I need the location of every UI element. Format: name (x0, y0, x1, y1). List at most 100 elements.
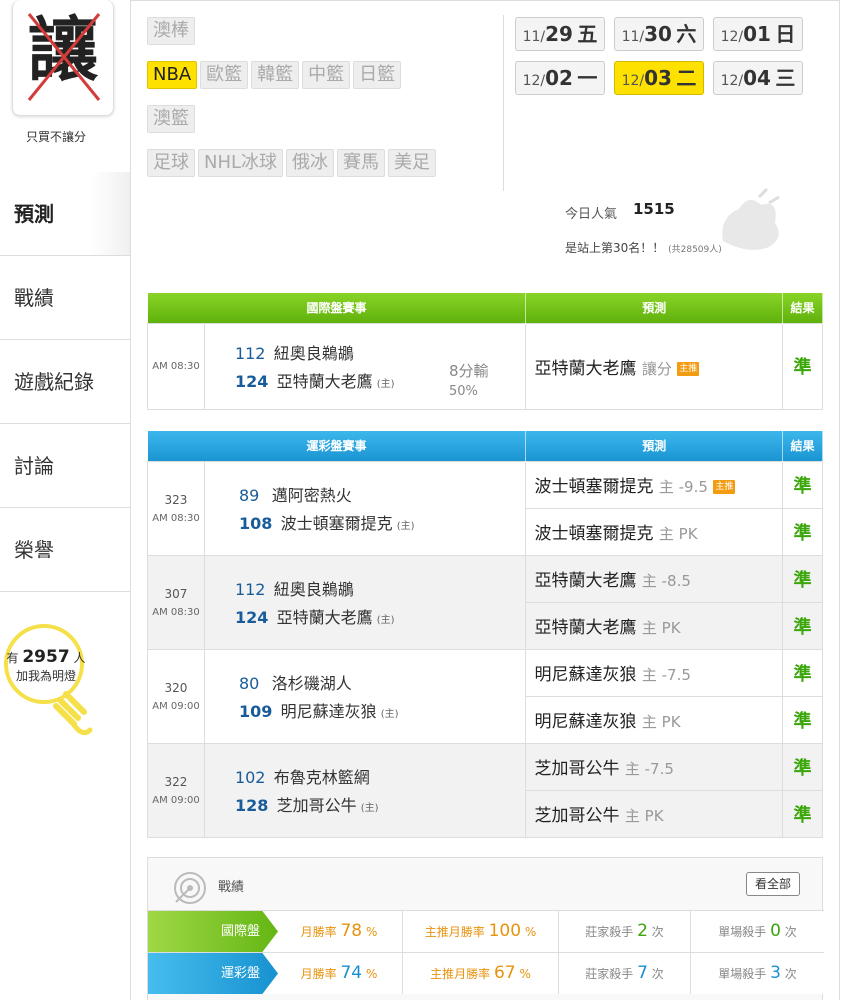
record-panel: 戰績 看全部 國際盤 月勝率 78 % 主推月勝率 100 % 莊家殺手 2 次… (147, 857, 824, 1000)
intl-header-game: 國際盤賽事 (147, 293, 527, 323)
intl-header-result: 結果 (782, 293, 823, 323)
tag-russia-hockey[interactable]: 俄冰 (286, 149, 335, 177)
result-mark: 準 (782, 322, 823, 410)
record-label-lottery: 運彩盤 (148, 953, 278, 994)
game-time: AM 09:00 (152, 700, 200, 712)
predicted-team: 芝加哥公牛 (534, 806, 620, 826)
away-score: 112 (234, 344, 266, 363)
home-team[interactable]: 明尼蘇達灰狼 (281, 702, 377, 721)
lottery-header-game: 運彩盤賽事 (147, 431, 527, 461)
tag-korea-basketball[interactable]: 韓籃 (251, 61, 300, 89)
predicted-team: 明尼蘇達灰狼 (534, 712, 637, 732)
away-team[interactable]: 洛杉磯湖人 (272, 674, 352, 693)
game-time: AM 09:00 (152, 794, 200, 806)
date-1129[interactable]: 11/29 五 (515, 17, 605, 51)
divider (503, 15, 504, 191)
tag-horse-racing[interactable]: 賽馬 (337, 149, 386, 177)
no-handicap-logo[interactable]: 讓 (12, 0, 114, 116)
home-team[interactable]: 亞特蘭大老鷹 (277, 608, 373, 627)
tag-nhl[interactable]: NHL冰球 (198, 149, 284, 177)
away-score: 80 (238, 674, 260, 693)
nav-item-discussion[interactable]: 討論 (0, 424, 130, 508)
home-team[interactable]: 芝加哥公牛 (277, 796, 357, 815)
record-label-intl: 國際盤 (148, 911, 278, 952)
away-team[interactable]: 邁阿密熱火 (272, 486, 352, 505)
spread: 主 -7.5 (641, 666, 691, 684)
result-mark: 準 (782, 742, 823, 791)
monthly-win-rate: 月勝率 78 % (300, 921, 378, 941)
predicted-team: 波士頓塞爾提克 (534, 524, 654, 544)
popularity-value: 1515 (633, 200, 675, 218)
nav-item-predict[interactable]: 預測 (0, 172, 130, 256)
margin-text: 8分輸 (448, 361, 489, 380)
table-row: 320 AM 09:00 80 洛杉磯湖人 109 明尼蘇達灰狼 (主) 明尼蘇達… (147, 648, 823, 744)
date-1130[interactable]: 11/30 六 (614, 17, 704, 51)
league-tags: 澳棒 NBA 歐籃 韓籃 中籃 日籃 澳籃 足球 NHL冰球 俄冰 賽馬 美足 (147, 17, 507, 193)
lottery-header-result: 結果 (782, 431, 823, 461)
result-mark: 準 (782, 695, 823, 744)
host-marker: (主) (376, 615, 395, 626)
away-team[interactable]: 布魯克林籃網 (274, 768, 370, 787)
game-code: 323 (164, 492, 188, 507)
follower-prefix: 有 (6, 651, 19, 665)
host-marker: (主) (396, 521, 415, 532)
nav-item-record[interactable]: 戰績 (0, 256, 130, 340)
home-score: 128 (234, 796, 269, 815)
target-icon (174, 872, 206, 904)
predicted-team: 亞特蘭大老鷹 (534, 358, 637, 379)
away-team[interactable]: 紐奧良鵜鶘 (274, 344, 354, 363)
tag-american-football[interactable]: 美足 (388, 149, 437, 177)
tag-euro-basketball[interactable]: 歐籃 (200, 61, 249, 89)
lottery-table: 運彩盤賽事 預測 結果 323 AM 08:30 89 邁阿密熱火 108 波士頓… (147, 431, 823, 838)
single-game-killer: 單場殺手 0 次 (690, 911, 824, 952)
tag-nba[interactable]: NBA (147, 61, 198, 89)
date-1203[interactable]: 12/03 二 (614, 61, 704, 95)
predicted-team: 波士頓塞爾提克 (534, 477, 654, 497)
result-mark: 準 (782, 507, 823, 556)
spread: 主 -9.5 (658, 478, 708, 496)
game-code: 307 (164, 586, 188, 601)
tag-china-basketball[interactable]: 中籃 (302, 61, 351, 89)
home-score: 109 (238, 702, 273, 721)
side-nav: 預測 戰績 遊戲紀錄 討論 榮譽 (0, 172, 130, 592)
record-row-intl: 國際盤 月勝率 78 % 主推月勝率 100 % 莊家殺手 2 次 單場殺手 0… (148, 910, 824, 952)
tag-soccer[interactable]: 足球 (147, 149, 195, 177)
featured-win-rate: 主推月勝率 100 % (402, 911, 558, 952)
nav-item-game-log[interactable]: 遊戲紀錄 (0, 340, 130, 424)
lightbulb-icon (4, 624, 93, 736)
nav-item-honor[interactable]: 榮譽 (0, 508, 130, 592)
tag-japan-basketball[interactable]: 日籃 (353, 61, 402, 89)
game-code: 322 (164, 774, 188, 789)
intl-header-predict: 預測 (525, 293, 784, 323)
logo-caption: 只買不讓分 (25, 130, 86, 144)
away-score: 112 (234, 580, 266, 599)
record-title: 戰績 (218, 880, 245, 895)
predicted-team: 亞特蘭大老鷹 (534, 618, 637, 638)
home-team[interactable]: 波士頓塞爾提克 (281, 514, 393, 533)
home-score: 124 (234, 608, 269, 627)
spread: 主 PK (641, 619, 681, 637)
result-mark: 準 (782, 601, 823, 650)
view-all-button[interactable]: 看全部 (745, 872, 800, 896)
tag-aus-baseball[interactable]: 澳棒 (147, 17, 195, 45)
tag-aus-basketball[interactable]: 澳籃 (147, 105, 195, 133)
date-1201[interactable]: 12/01 日 (713, 17, 803, 51)
spread: 主 PK (641, 713, 681, 731)
main-panel: 澳棒 NBA 歐籃 韓籃 中籃 日籃 澳籃 足球 NHL冰球 俄冰 賽馬 美足 11/29 五 … (130, 0, 840, 1000)
away-score: 102 (234, 768, 266, 787)
home-team[interactable]: 亞特蘭大老鷹 (277, 372, 373, 391)
mascot-icon (722, 187, 780, 250)
intl-table: 國際盤賽事 預測 結果 AM 08:30 112 紐奧良鵜鶘 124 亞特蘭大老… (147, 293, 823, 410)
date-1204[interactable]: 12/04 三 (713, 61, 803, 95)
game-code: 320 (164, 680, 188, 695)
follower-count[interactable]: 有 2957 人 加我為明燈 (0, 648, 92, 685)
away-team[interactable]: 紐奧良鵜鶘 (274, 580, 354, 599)
game-time: AM 08:30 (152, 512, 200, 524)
cross-icon (27, 13, 101, 101)
host-marker: (主) (360, 803, 379, 814)
prediction-type: 讓分 (641, 359, 672, 378)
date-1202[interactable]: 12/02 一 (515, 61, 605, 95)
featured-badge: 主推 (677, 361, 700, 376)
banker-killer: 莊家殺手 2 次 (558, 911, 690, 952)
table-row: 307 AM 08:30 112 紐奧良鵜鶘 124 亞特蘭大老鷹 (主) 亞特蘭… (147, 554, 823, 650)
